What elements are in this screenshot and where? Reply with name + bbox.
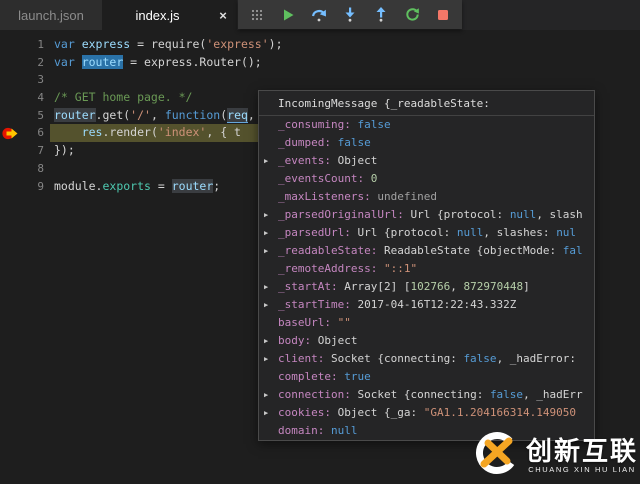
expand-arrow-icon[interactable]: ▶: [264, 350, 268, 368]
tab-launch-json[interactable]: launch.json: [0, 0, 102, 30]
tooltip-property-row[interactable]: ▶ _events: Object: [259, 152, 594, 170]
code-line[interactable]: 3: [0, 71, 640, 89]
step-into-button[interactable]: [341, 6, 359, 24]
tooltip-property-row[interactable]: ▶ cookies: Object {_ga: "GA1.1.204166314.…: [259, 404, 594, 422]
tab-label: index.js: [135, 7, 180, 23]
code-text: module.exports = router;: [54, 178, 221, 193]
expand-arrow-icon[interactable]: ▶: [264, 296, 268, 314]
close-icon[interactable]: ×: [213, 8, 233, 23]
tooltip-property-row[interactable]: ▶ _parsedOriginalUrl: Url {protocol: null…: [259, 206, 594, 224]
tooltip-property-row: _dumped: false: [278, 136, 371, 149]
tooltip-property-row[interactable]: ▶ _startTime: 2017-04-16T12:22:43.332Z: [259, 296, 594, 314]
tooltip-property-row[interactable]: ▶ _startAt: Array[2] [102766, 872970448]: [259, 278, 594, 296]
expand-arrow-icon[interactable]: ▶: [264, 404, 268, 422]
debug-toolbar: [238, 0, 462, 29]
expand-arrow-icon[interactable]: ▶: [264, 332, 268, 350]
expand-arrow-icon[interactable]: ▶: [264, 152, 268, 170]
grip-icon[interactable]: [248, 6, 266, 24]
expand-arrow-icon[interactable]: ▶: [264, 278, 268, 296]
vscode-window: launch.json index.js × 1 var express = r…: [0, 0, 640, 484]
tooltip-header: IncomingMessage {_readableState:: [259, 91, 594, 116]
code-line[interactable]: 2 var router = express.Router();: [0, 54, 640, 72]
line-number[interactable]: 1: [0, 36, 44, 54]
step-out-button[interactable]: [372, 6, 390, 24]
expand-arrow-icon[interactable]: ▶: [264, 224, 268, 242]
line-number[interactable]: 5: [0, 107, 44, 125]
watermark: 创新互联 CHUANG XIN HU LIAN: [474, 430, 638, 481]
tooltip-property-row: _eventsCount: 0: [278, 172, 378, 185]
line-number[interactable]: 7: [0, 142, 44, 160]
tooltip-property-row[interactable]: ▶ _readableState: ReadableState {objectMo…: [259, 242, 594, 260]
tooltip-property-row[interactable]: ▶ _parsedUrl: Url {protocol: null, slashe…: [259, 224, 594, 242]
code-text: var express = require('express');: [54, 37, 283, 51]
debug-hover-tooltip: IncomingMessage {_readableState: _consum…: [258, 90, 595, 441]
stop-button[interactable]: [434, 6, 452, 24]
watermark-title: 创新互联: [525, 436, 638, 466]
tooltip-property-row: _remoteAddress: "::1": [278, 262, 418, 275]
expand-arrow-icon[interactable]: ▶: [264, 386, 268, 404]
tooltip-property-row: _maxListeners: undefined: [278, 190, 437, 203]
line-number[interactable]: 8: [0, 160, 44, 178]
tooltip-property-row[interactable]: ▶ connection: Socket {connecting: false, …: [259, 386, 594, 404]
line-number[interactable]: 2: [0, 54, 44, 72]
tooltip-property-row: complete: true: [278, 370, 371, 383]
code-text: });: [54, 143, 75, 158]
tab-bar: launch.json index.js ×: [0, 0, 640, 30]
tooltip-property-row[interactable]: ▶ body: Object: [259, 332, 594, 350]
code-line[interactable]: 1 var express = require('express');: [0, 36, 640, 54]
continue-button[interactable]: [279, 6, 297, 24]
tooltip-property-row: _consuming: false: [278, 118, 391, 131]
line-number[interactable]: 4: [0, 89, 44, 107]
line-number[interactable]: 6: [0, 124, 44, 142]
tooltip-property-row[interactable]: ▶ client: Socket {connecting: false, _had…: [259, 350, 594, 368]
step-over-button[interactable]: [310, 6, 328, 24]
tab-label: launch.json: [18, 7, 84, 23]
code-text: var router = express.Router();: [54, 54, 262, 69]
line-number[interactable]: 9: [0, 178, 44, 196]
expand-arrow-icon[interactable]: ▶: [264, 242, 268, 260]
watermark-subtitle: CHUANG XIN HU LIAN: [528, 465, 636, 474]
watermark-logo-icon: [474, 430, 520, 481]
line-number[interactable]: 3: [0, 71, 44, 89]
tab-index-js[interactable]: index.js ×: [102, 0, 237, 30]
code-text: res.render('index', { t: [81, 125, 241, 140]
restart-button[interactable]: [403, 6, 421, 24]
expand-arrow-icon[interactable]: ▶: [264, 206, 268, 224]
tooltip-property-row: baseUrl: "": [278, 316, 351, 329]
tooltip-rows: _consuming: false _dumped: false ▶ _events:…: [259, 116, 594, 440]
code-text: /* GET home page. */: [54, 90, 193, 105]
